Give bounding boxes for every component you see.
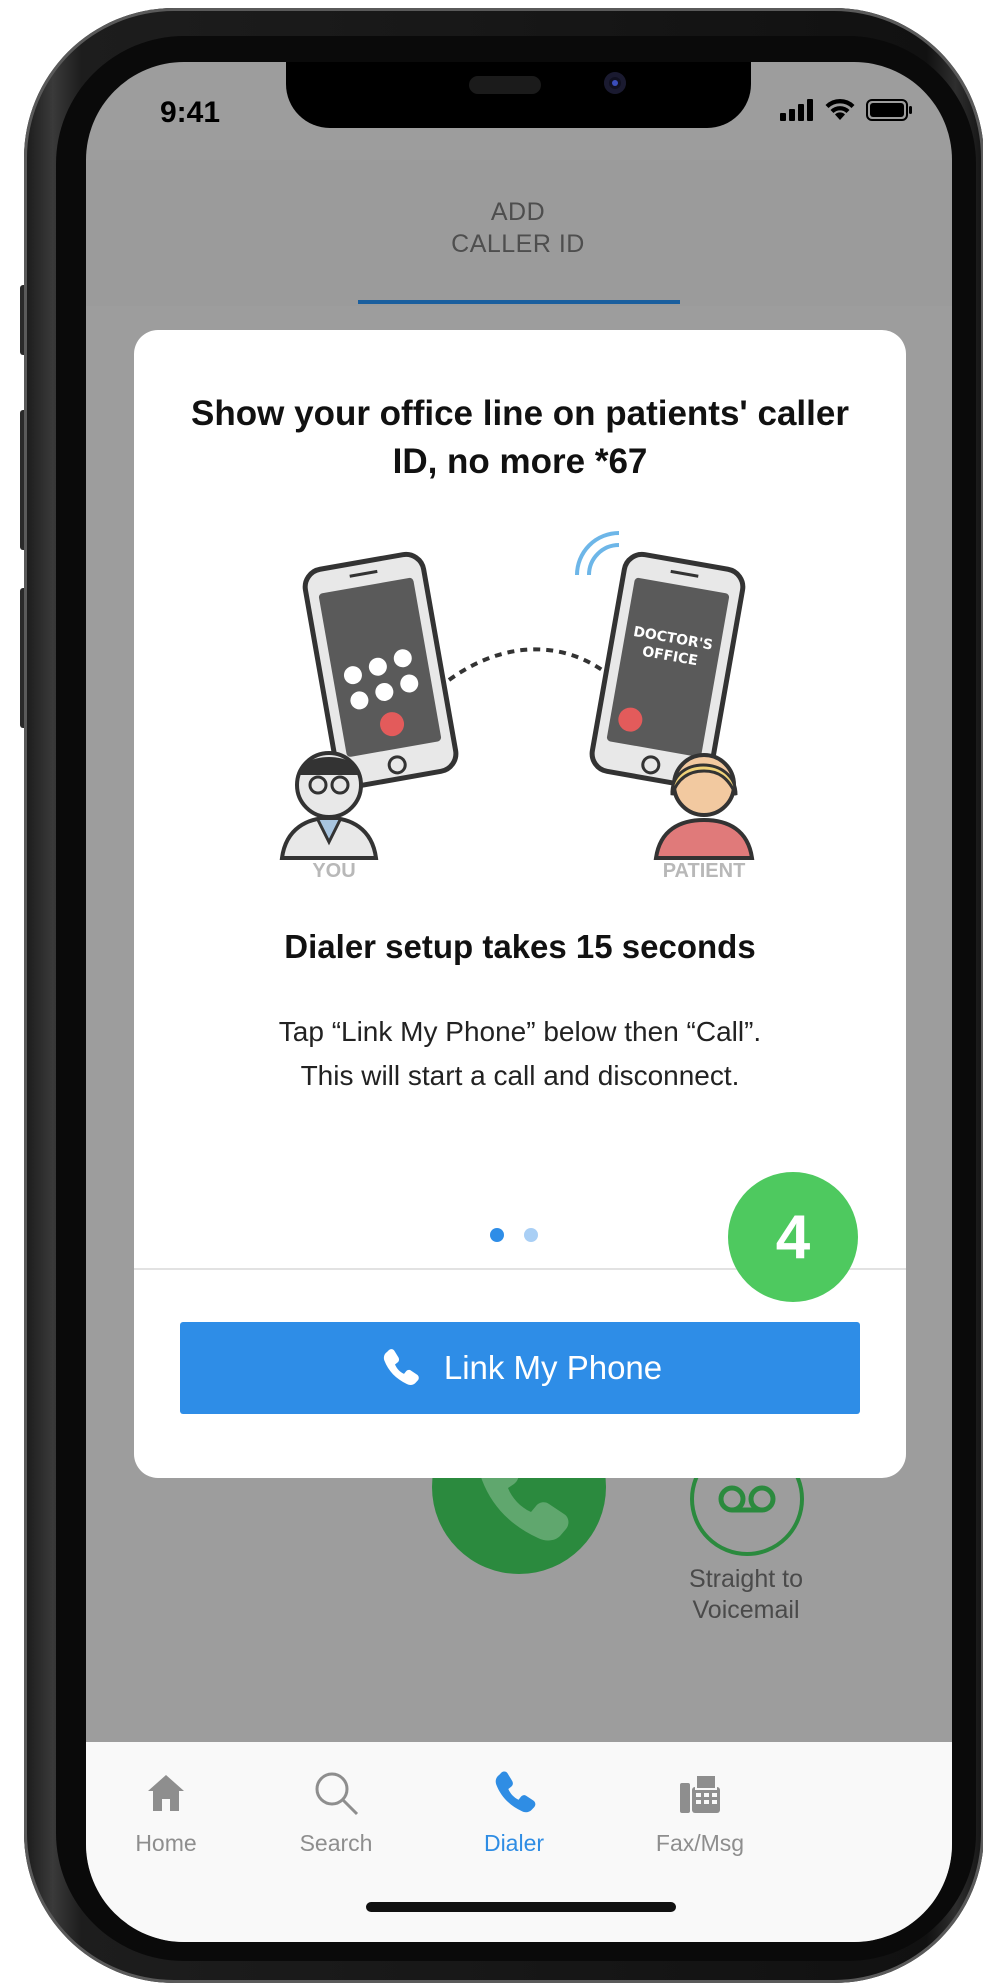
page: 9:41 ADD CALLER ID Straight to Voicemail… xyxy=(0,0,983,1986)
page-dot-inactive[interactable] xyxy=(524,1228,538,1242)
caller-id-modal: Show your office line on patients' calle… xyxy=(134,330,906,1478)
bottom-tab-bar: Home Search Dialer Fax/Msg xyxy=(86,1742,952,1942)
status-icons xyxy=(780,98,914,127)
home-icon xyxy=(86,1762,246,1824)
phone-icon xyxy=(383,1349,419,1385)
battery-icon xyxy=(866,99,914,126)
page-dot-active[interactable] xyxy=(490,1228,504,1242)
tab-search-label: Search xyxy=(299,1830,373,1856)
step-number-badge: 4 xyxy=(728,1172,858,1302)
status-time: 9:41 xyxy=(160,96,221,129)
speaker-grille xyxy=(469,76,541,94)
tab-dialer[interactable]: Dialer xyxy=(434,1762,594,1857)
tab-add-caller-id-label: ADD CALLER ID xyxy=(451,198,585,258)
voicemail-label: Straight to Voicemail xyxy=(689,1565,803,1624)
tab-fax-msg[interactable]: Fax/Msg xyxy=(620,1762,780,1857)
tab-home-label: Home xyxy=(135,1830,197,1856)
search-icon xyxy=(256,1762,416,1824)
tab-search[interactable]: Search xyxy=(256,1762,416,1857)
illustration-label-you: YOU xyxy=(312,860,356,882)
signal-icon xyxy=(780,99,814,126)
illustration-label-patient: PATIENT xyxy=(662,860,746,882)
caller-id-illustration: DOCTOR'S OFFICE YOU PATIENT xyxy=(274,520,774,882)
tab-dialer-label: Dialer xyxy=(483,1830,545,1856)
top-tab-bar: ADD CALLER ID xyxy=(86,160,952,306)
fax-icon xyxy=(620,1762,780,1824)
front-camera xyxy=(604,72,626,94)
modal-title: Show your office line on patients' calle… xyxy=(191,394,849,481)
home-indicator[interactable] xyxy=(366,1902,676,1912)
tab-active-indicator xyxy=(358,300,680,304)
phone-icon xyxy=(434,1762,594,1824)
modal-body-text: Tap “Link My Phone” below then “Call”. T… xyxy=(278,1016,762,1091)
tab-add-caller-id[interactable]: ADD CALLER ID xyxy=(358,196,678,260)
link-my-phone-button[interactable]: Link My Phone xyxy=(180,1322,860,1414)
link-my-phone-label: Link My Phone xyxy=(443,1349,663,1386)
wifi-icon xyxy=(824,98,856,127)
phone-screen: 9:41 ADD CALLER ID Straight to Voicemail… xyxy=(86,62,952,1942)
notch xyxy=(286,62,751,128)
tab-fax-msg-label: Fax/Msg xyxy=(655,1830,745,1856)
page-indicator xyxy=(490,1228,538,1242)
modal-subtitle: Dialer setup takes 15 seconds xyxy=(284,928,756,965)
tab-home[interactable]: Home xyxy=(86,1762,246,1857)
phones-illustration-icon: DOCTOR'S OFFICE xyxy=(279,531,755,860)
